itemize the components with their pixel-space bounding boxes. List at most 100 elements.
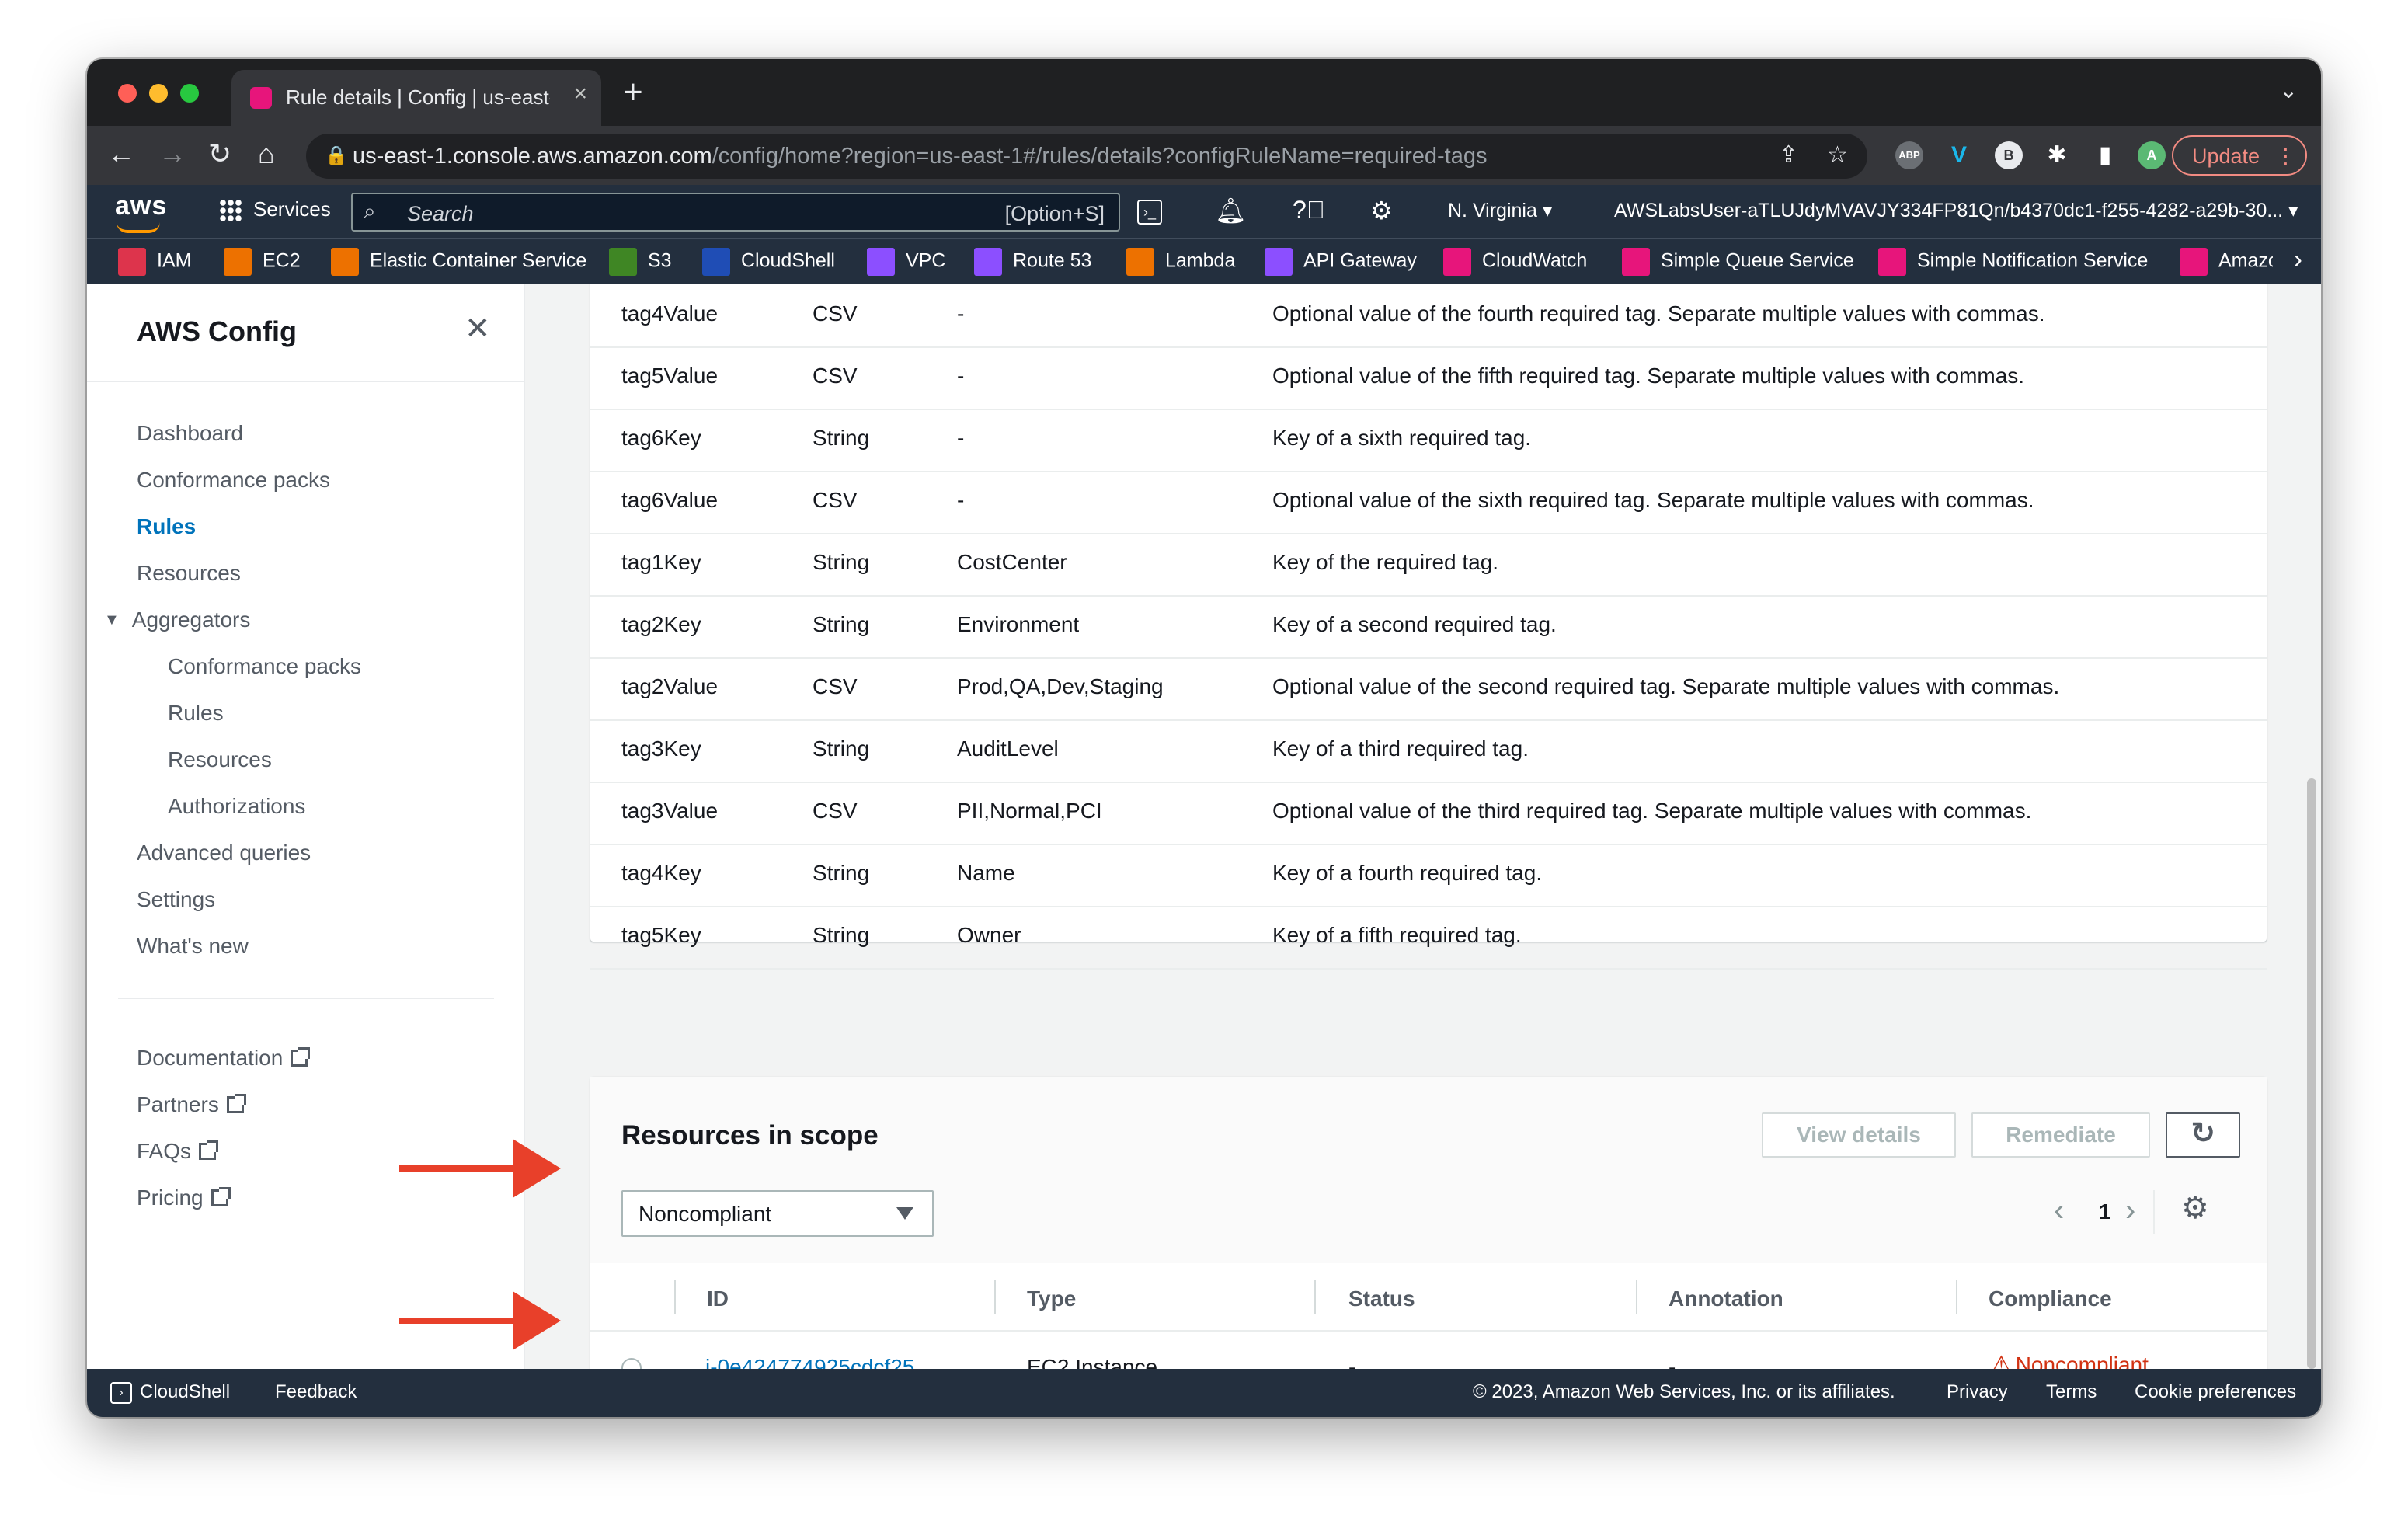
favorite-vpc[interactable]: VPC xyxy=(867,248,945,276)
sidebar-link-faqs[interactable]: FAQs xyxy=(137,1139,219,1164)
favorite-cloudwatch[interactable]: CloudWatch xyxy=(1443,248,1587,276)
parameter-type: CSV xyxy=(813,364,858,388)
reload-icon[interactable]: ↻ xyxy=(208,137,231,171)
favorite-s3[interactable]: S3 xyxy=(609,248,672,276)
bitwarden-extension-icon[interactable]: B xyxy=(1995,141,2023,169)
sidebar-item-aggregators[interactable]: ▼ Aggregators xyxy=(104,608,250,632)
sidebar-item-aggregator-rules[interactable]: Rules xyxy=(168,701,224,726)
footer-cloudshell-button[interactable]: › CloudShell xyxy=(110,1381,230,1404)
search-icon: ⌕ xyxy=(364,199,376,223)
compliance-filter-select[interactable]: Noncompliant xyxy=(621,1190,934,1237)
favorite-ecs[interactable]: Elastic Container Service xyxy=(331,248,586,276)
footer-cookie-preferences-link[interactable]: Cookie preferences xyxy=(2135,1381,2296,1403)
browser-tab[interactable]: Rule details | Config | us-east-1 × xyxy=(231,70,601,126)
account-menu[interactable]: AWSLabsUser-aTLUJdyMVAVJY334FP81Qn/b4370… xyxy=(1614,199,2305,222)
adblock-extension-icon[interactable]: ABP xyxy=(1895,141,1923,169)
forward-arrow-icon[interactable]: → xyxy=(158,137,186,171)
favorite-lambda[interactable]: Lambda xyxy=(1126,248,1235,276)
vertical-scrollbar[interactable] xyxy=(2307,778,2316,1369)
remediate-button[interactable]: Remediate xyxy=(1971,1112,2150,1158)
parameter-row: tag4Value CSV - Optional value of the fourt… xyxy=(590,284,2267,348)
region-selector[interactable]: N. Virginia ▾ xyxy=(1448,199,1552,222)
new-tab-button[interactable]: + xyxy=(623,73,643,112)
favorite-cloudshell[interactable]: CloudShell xyxy=(702,248,835,276)
maximize-window-button[interactable] xyxy=(180,84,199,103)
parameter-name: tag6Value xyxy=(621,488,719,512)
column-header-status[interactable]: Status xyxy=(1348,1287,1415,1311)
side-panel-icon[interactable]: ▮ xyxy=(2091,141,2119,169)
table-settings-gear-icon[interactable]: ⚙ xyxy=(2181,1190,2209,1226)
compliance-status: ⚠ Noncompliant xyxy=(1990,1350,2149,1369)
favorite-api-gateway[interactable]: API Gateway xyxy=(1265,248,1417,276)
sidebar-item-conformance-packs[interactable]: Conformance packs xyxy=(137,468,330,493)
row-select-radio[interactable] xyxy=(621,1358,642,1369)
footer-privacy-link[interactable]: Privacy xyxy=(1947,1381,2008,1403)
aws-logo[interactable]: aws xyxy=(115,191,167,221)
tab-search-chevron-icon[interactable]: ⌄ xyxy=(2280,78,2298,103)
minimize-window-button[interactable] xyxy=(149,84,168,103)
favorite-iam[interactable]: IAM xyxy=(118,248,191,276)
sidebar-item-authorizations[interactable]: Authorizations xyxy=(168,794,305,819)
filter-value: Noncompliant xyxy=(639,1202,772,1226)
sidebar-item-whats-new[interactable]: What's new xyxy=(137,934,249,959)
vimeo-extension-icon[interactable]: V xyxy=(1945,141,1973,169)
parameter-type: String xyxy=(813,426,870,450)
column-header-type[interactable]: Type xyxy=(1027,1287,1076,1311)
favorite-sqs[interactable]: Simple Queue Service xyxy=(1622,248,1854,276)
parameter-type: CSV xyxy=(813,799,858,823)
sidebar-item-aggregator-conformance-packs[interactable]: Conformance packs xyxy=(168,654,361,679)
parameter-name: tag5Key xyxy=(621,923,701,947)
services-menu-button[interactable]: Services xyxy=(219,197,331,223)
update-button[interactable]: Update ⋮ xyxy=(2172,135,2307,176)
bookmark-star-icon[interactable]: ☆ xyxy=(1827,141,1848,169)
column-header-compliance[interactable]: Compliance xyxy=(1989,1287,2112,1311)
profile-avatar[interactable]: A xyxy=(2138,141,2166,169)
notifications-bell-icon[interactable]: 🔔︎ xyxy=(1215,196,1247,225)
tab-close-icon[interactable]: × xyxy=(573,81,587,107)
page-number[interactable]: 1 xyxy=(2099,1199,2111,1224)
back-arrow-icon[interactable]: ← xyxy=(107,137,135,171)
sidebar-item-rules[interactable]: Rules xyxy=(137,514,196,539)
favorite-ec2[interactable]: EC2 xyxy=(224,248,301,276)
favorite-route53[interactable]: Route 53 xyxy=(974,248,1091,276)
sidebar-item-resources[interactable]: Resources xyxy=(137,561,241,586)
parameter-row: tag3Key String AuditLevel Key of a third re… xyxy=(590,719,2267,783)
sidebar-item-advanced-queries[interactable]: Advanced queries xyxy=(137,841,311,865)
refresh-button[interactable]: ↻ xyxy=(2166,1112,2240,1158)
next-page-icon[interactable]: › xyxy=(2125,1193,2135,1228)
address-bar[interactable]: 🔒 us-east-1.console.aws.amazon.com/confi… xyxy=(306,134,1867,179)
share-icon[interactable]: ⇪ xyxy=(1779,141,1798,169)
console-search-input[interactable]: ⌕ Search [Option+S] xyxy=(351,193,1120,232)
cloudshell-icon[interactable]: ›_ xyxy=(1137,196,1170,225)
favorites-scroll-right-icon[interactable]: › xyxy=(2294,245,2302,275)
footer-feedback-link[interactable]: Feedback xyxy=(275,1381,357,1403)
close-icon[interactable]: ✕ xyxy=(465,311,491,346)
url-text: us-east-1.console.aws.amazon.com/config/… xyxy=(353,144,1487,169)
sidebar-link-pricing[interactable]: Pricing xyxy=(137,1186,231,1210)
favorite-amazon[interactable]: Amazon xyxy=(2180,248,2273,276)
favorite-sns[interactable]: Simple Notification Service xyxy=(1878,248,2148,276)
help-icon[interactable]: ?⃝ xyxy=(1293,196,1325,225)
kebab-menu-icon: ⋮ xyxy=(2275,144,2296,168)
cloudshell-fav-icon xyxy=(702,248,730,276)
parameter-value: Name xyxy=(957,861,1015,885)
close-window-button[interactable] xyxy=(118,84,137,103)
sidebar-link-documentation[interactable]: Documentation xyxy=(137,1046,311,1071)
footer-terms-link[interactable]: Terms xyxy=(2046,1381,2097,1403)
column-header-annotation[interactable]: Annotation xyxy=(1669,1287,1783,1311)
resource-id-link[interactable]: i-0e424774925cdcf25 xyxy=(705,1355,914,1369)
divider xyxy=(87,381,524,382)
sidebar-item-dashboard[interactable]: Dashboard xyxy=(137,421,243,446)
extensions-puzzle-icon[interactable]: ✱ xyxy=(2043,141,2071,169)
external-link-icon xyxy=(226,1094,246,1113)
previous-page-icon[interactable]: ‹ xyxy=(2054,1193,2064,1228)
sidebar-item-settings[interactable]: Settings xyxy=(137,887,215,912)
sidebar-item-aggregator-resources[interactable]: Resources xyxy=(168,747,272,772)
settings-gear-icon[interactable]: ⚙ xyxy=(1370,196,1393,225)
column-header-id[interactable]: ID xyxy=(707,1287,729,1311)
column-separator xyxy=(1314,1280,1316,1314)
sidebar-link-partners[interactable]: Partners xyxy=(137,1092,246,1117)
view-details-button[interactable]: View details xyxy=(1762,1112,1956,1158)
home-icon[interactable]: ⌂ xyxy=(258,137,275,171)
parameter-row: tag2Value CSV Prod,QA,Dev,Staging Optional … xyxy=(590,657,2267,721)
